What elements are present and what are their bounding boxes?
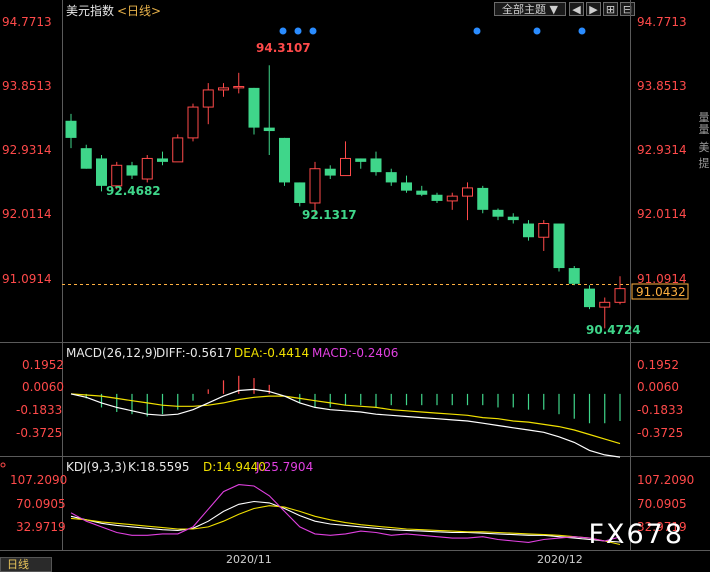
candle-body xyxy=(65,120,77,138)
candle-body xyxy=(157,158,168,162)
macd-axis-label-right: -0.3725 xyxy=(637,426,683,440)
kdj-j-line xyxy=(70,484,621,543)
price-axis-label-right: 93.8513 xyxy=(637,79,687,93)
price-axis-label-right: 92.9314 xyxy=(637,143,687,157)
candle-body xyxy=(263,127,275,132)
candle-body xyxy=(248,87,260,128)
candle-body xyxy=(126,165,138,176)
period-tab-label: 日线 xyxy=(7,558,29,571)
kdj-axis-label: 70.0905 xyxy=(16,497,66,511)
candle-body xyxy=(309,168,321,204)
macd-series xyxy=(70,375,621,458)
period-tab[interactable]: 日线 xyxy=(0,557,52,572)
candle-body xyxy=(340,157,351,177)
macd-diff: DIFF:-0.5617 xyxy=(156,346,232,360)
candle-body xyxy=(80,148,92,169)
candle-body xyxy=(492,209,504,217)
event-marker xyxy=(473,27,481,35)
annotation-low3: 90.4724 xyxy=(586,323,641,337)
annotation-high: 94.3107 xyxy=(256,41,311,55)
candle-body xyxy=(431,194,443,201)
event-markers[interactable] xyxy=(279,27,586,35)
kdj-indicator-dot xyxy=(0,462,6,468)
candle-body xyxy=(523,223,534,238)
macd-axis-label: -0.1833 xyxy=(16,403,62,417)
candle-body xyxy=(218,87,229,91)
current-price-value: 91.0432 xyxy=(636,285,686,299)
macd-label: MACD(26,12,9) xyxy=(66,346,157,360)
candle-body xyxy=(477,187,489,210)
candle-body xyxy=(187,106,199,139)
macd-axis-label-right: 0.0060 xyxy=(637,380,679,394)
macd-axis: 0.1952 0.0060 -0.1833 -0.3725 0.1952 0.0… xyxy=(16,358,683,440)
kdj-j: J:25.7904 xyxy=(255,460,313,474)
price-axis-label-right: 92.0114 xyxy=(637,207,687,221)
price-axis-label: 92.9314 xyxy=(2,143,52,157)
candle-body xyxy=(568,268,580,284)
candle-body xyxy=(370,158,382,173)
macd-axis-label-right: 0.1952 xyxy=(637,358,679,372)
candle-body xyxy=(96,158,107,186)
price-axis-label: 91.0914 xyxy=(2,272,52,286)
event-marker xyxy=(294,27,302,35)
candle-body xyxy=(538,223,550,238)
candle-body xyxy=(324,168,336,176)
kdj-axis-label-right: 107.2090 xyxy=(637,473,694,487)
kdj-k: K:18.5595 xyxy=(128,460,190,474)
macd-axis-label: 0.0060 xyxy=(22,380,64,394)
kdj-axis-label: 32.9719 xyxy=(16,520,66,534)
macd-dea: DEA:-0.4414 xyxy=(234,346,309,360)
candle-body xyxy=(599,301,611,308)
macd-axis-label: 0.1952 xyxy=(22,358,64,372)
x-axis-label: 2020/11 xyxy=(226,553,272,566)
candle-body xyxy=(111,164,123,187)
price-axis-label-right: 94.7713 xyxy=(637,15,687,29)
price-axis-label: 94.7713 xyxy=(2,15,52,29)
chart-title: 美元指数 xyxy=(66,3,114,18)
candle-body xyxy=(355,158,367,162)
candle-body xyxy=(507,216,519,221)
macd-axis-label-right: -0.1833 xyxy=(637,403,683,417)
annotation-low1: 92.4682 xyxy=(106,184,161,198)
candle-body xyxy=(233,86,245,89)
chart-period[interactable]: <日线> xyxy=(117,4,161,18)
kdj-series xyxy=(70,484,621,546)
kdj-axis-label-right: 70.0905 xyxy=(637,497,687,511)
candle-body xyxy=(202,89,214,108)
price-axis-label: 92.0114 xyxy=(2,207,52,221)
candle-body xyxy=(553,223,565,269)
annotation-low2: 92.1317 xyxy=(302,208,357,222)
candle-body xyxy=(294,182,306,203)
price-axis-label: 93.8513 xyxy=(2,79,52,93)
kdj-label: KDJ(9,3,3) xyxy=(66,460,127,474)
x-axis-label: 2020/12 xyxy=(537,553,583,566)
candle-body xyxy=(385,172,397,183)
event-marker xyxy=(309,27,317,35)
macd-axis-label: -0.3725 xyxy=(16,426,62,440)
watermark-logo: FX678 xyxy=(588,519,684,550)
candle-body xyxy=(279,137,290,183)
candle-body xyxy=(614,288,626,303)
candle-body xyxy=(141,157,153,180)
chart-canvas[interactable]: 美元指数 <日线> 94.7713 93.8513 92.9314 92.011… xyxy=(0,0,710,572)
candle-body xyxy=(446,195,458,202)
macd-macd: MACD:-0.2406 xyxy=(312,346,398,360)
candle-body xyxy=(462,187,473,197)
candle-body xyxy=(172,137,184,163)
candle-body xyxy=(401,182,412,191)
candle-body xyxy=(584,288,595,308)
candle-body xyxy=(416,190,428,195)
event-marker xyxy=(533,27,541,35)
price-axis: 94.7713 93.8513 92.9314 92.0114 91.0914 … xyxy=(2,15,687,286)
event-marker xyxy=(578,27,586,35)
kdj-axis-label: 107.2090 xyxy=(10,473,67,487)
kdj-k-line xyxy=(70,500,621,543)
event-marker xyxy=(279,27,287,35)
